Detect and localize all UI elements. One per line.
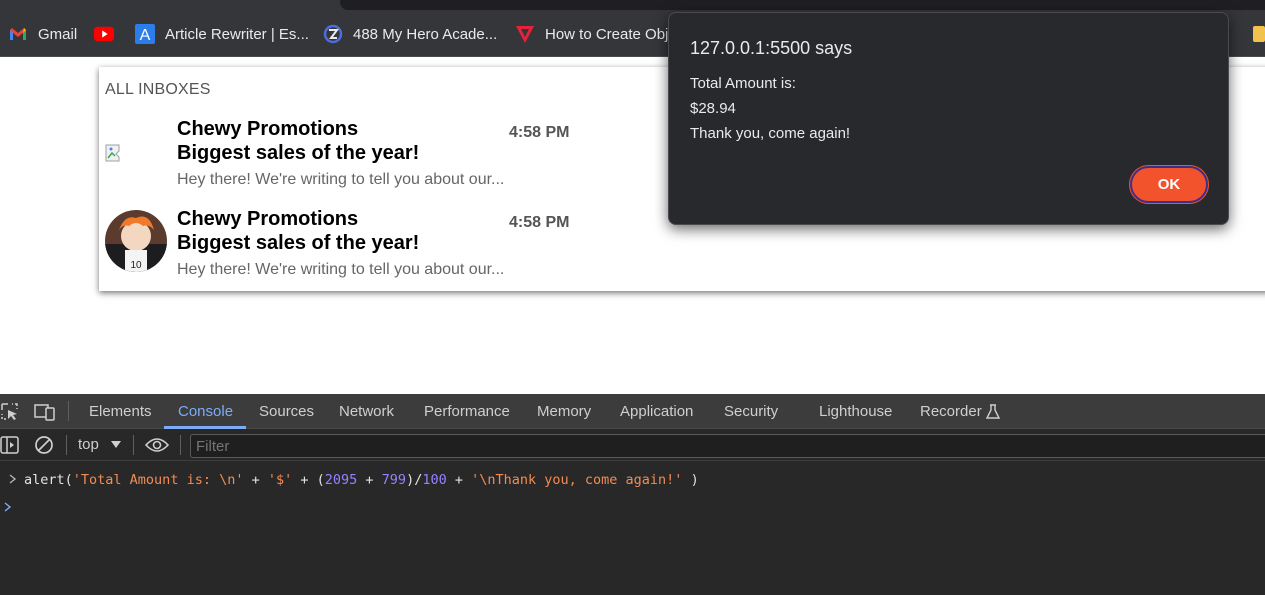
email-time: 4:58 PM bbox=[509, 214, 570, 231]
divider bbox=[180, 435, 181, 455]
bookmark-gmail[interactable]: Gmail bbox=[8, 22, 77, 46]
email-preview: Hey there! We're writing to tell you abo… bbox=[177, 261, 505, 278]
tab-elements[interactable]: Elements bbox=[89, 403, 152, 420]
eye-icon[interactable] bbox=[145, 437, 169, 453]
divider bbox=[133, 435, 134, 455]
tutorial-site-icon bbox=[515, 24, 535, 44]
dialog-title: 127.0.0.1:5500 says bbox=[690, 38, 853, 58]
tab-network[interactable]: Network bbox=[339, 403, 394, 420]
inbox-title: ALL INBOXES bbox=[105, 81, 211, 98]
dialog-message-line: $28.94 bbox=[690, 100, 736, 117]
gmail-icon bbox=[8, 24, 28, 44]
email-item[interactable]: 10 Chewy Promotions Biggest sales of the… bbox=[99, 208, 579, 288]
flask-icon bbox=[986, 404, 1000, 419]
tab-performance[interactable]: Performance bbox=[424, 403, 510, 420]
console-toolbar: top bbox=[0, 429, 1265, 461]
dialog-message-line: Thank you, come again! bbox=[690, 125, 851, 142]
tab-console[interactable]: Console bbox=[178, 403, 233, 420]
dialog-message-line: Total Amount is: bbox=[690, 75, 796, 92]
folder-icon[interactable] bbox=[1253, 26, 1265, 42]
article-rewriter-icon: A bbox=[135, 24, 155, 44]
chevron-right-icon bbox=[9, 472, 17, 486]
context-selector[interactable]: top bbox=[78, 436, 99, 453]
tab-recorder[interactable]: Recorder bbox=[920, 403, 982, 420]
tab-application[interactable]: Application bbox=[620, 403, 693, 420]
inspect-element-icon[interactable] bbox=[0, 402, 20, 422]
youtube-icon bbox=[94, 24, 114, 44]
svg-text:A: A bbox=[140, 27, 151, 44]
email-sender: Chewy Promotions bbox=[177, 208, 359, 230]
avatar: 10 bbox=[105, 210, 167, 272]
manga-site-icon bbox=[323, 24, 343, 44]
bookmark-manga[interactable]: 488 My Hero Acade... bbox=[323, 22, 497, 46]
devtools-panel: Elements Console Sources Network Perform… bbox=[0, 394, 1265, 595]
clear-console-icon[interactable] bbox=[34, 435, 54, 455]
filter-input[interactable] bbox=[190, 434, 1265, 458]
device-toolbar-icon[interactable] bbox=[34, 402, 56, 422]
email-item[interactable]: Chewy Promotions Biggest sales of the ye… bbox=[99, 118, 579, 198]
bookmark-label: Gmail bbox=[38, 25, 78, 43]
prompt-chevron-icon bbox=[4, 500, 12, 514]
console-command[interactable]: alert('Total Amount is: \n' + '$' + (209… bbox=[24, 472, 699, 488]
bookmark-label: Article Rewriter | Es... bbox=[165, 25, 309, 43]
alert-dialog: 127.0.0.1:5500 says Total Amount is: $28… bbox=[668, 12, 1229, 225]
email-time: 4:58 PM bbox=[509, 124, 570, 141]
tab-security[interactable]: Security bbox=[724, 403, 778, 420]
tab-lighthouse[interactable]: Lighthouse bbox=[819, 403, 892, 420]
email-preview: Hey there! We're writing to tell you abo… bbox=[177, 171, 505, 188]
email-subject: Biggest sales of the year! bbox=[177, 232, 420, 254]
devtools-tab-bar: Elements Console Sources Network Perform… bbox=[0, 394, 1265, 429]
bookmark-youtube[interactable] bbox=[94, 22, 124, 46]
chevron-down-icon[interactable] bbox=[111, 441, 121, 448]
divider bbox=[68, 401, 69, 421]
tab-strip-edge bbox=[340, 0, 1265, 10]
broken-image-icon bbox=[105, 143, 125, 163]
bookmark-label: How to Create Obj bbox=[545, 25, 669, 43]
bookmark-tutorial[interactable]: How to Create Obj bbox=[515, 22, 668, 46]
email-subject: Biggest sales of the year! bbox=[177, 142, 420, 164]
divider bbox=[66, 435, 67, 455]
tab-sources[interactable]: Sources bbox=[259, 403, 314, 420]
svg-text:10: 10 bbox=[130, 260, 142, 271]
bookmark-article-rewriter[interactable]: A Article Rewriter | Es... bbox=[135, 22, 309, 46]
tab-memory[interactable]: Memory bbox=[537, 403, 591, 420]
ok-button[interactable]: OK bbox=[1130, 166, 1208, 203]
email-sender: Chewy Promotions bbox=[177, 118, 359, 140]
bookmark-label: 488 My Hero Acade... bbox=[353, 25, 498, 43]
sidebar-toggle-icon[interactable] bbox=[0, 436, 20, 454]
